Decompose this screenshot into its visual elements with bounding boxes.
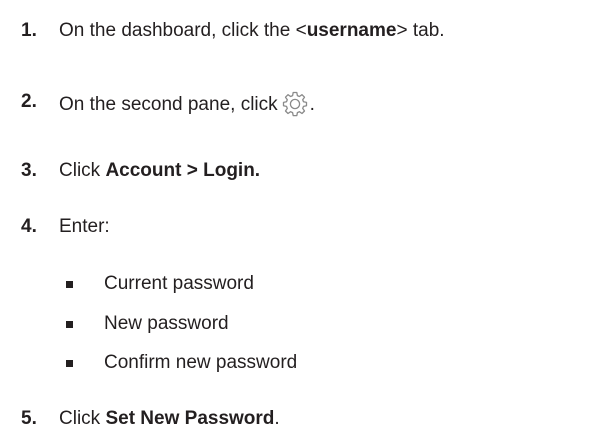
bullet-text: Confirm new password — [104, 352, 298, 373]
step-number: 2. — [21, 91, 37, 112]
step-text-pre: On the second pane, click — [59, 94, 278, 115]
step-text-post: . — [309, 94, 315, 115]
bullet-text: Current password — [104, 273, 254, 294]
step-text-pre: Click — [59, 160, 106, 181]
bullet-text: New password — [104, 313, 229, 334]
step-text-pre: Click — [59, 408, 106, 429]
username-placeholder: username — [306, 20, 397, 41]
step-text: Click Set New Password. — [59, 408, 280, 430]
button-name: Set New Password — [105, 408, 275, 429]
step-text: On the dashboard, click the <username> t… — [59, 20, 445, 42]
step-number: 1. — [21, 20, 37, 41]
step-text-post: . — [274, 408, 280, 429]
bullet-square-icon — [66, 360, 73, 367]
step-text: Enter: — [59, 216, 110, 237]
step-number: 3. — [21, 160, 37, 181]
gear-icon — [282, 91, 307, 117]
step-text-post: > tab. — [396, 20, 445, 41]
step-text-pre: On the dashboard, click the < — [59, 20, 307, 41]
step-number: 5. — [21, 408, 37, 429]
step-text: Click Account > Login. — [59, 160, 260, 182]
menu-path: Account > Login. — [105, 160, 261, 181]
bullet-square-icon — [66, 281, 73, 288]
step-text: On the second pane, click . — [59, 91, 315, 117]
step-number: 4. — [21, 216, 37, 237]
bullet-square-icon — [66, 321, 73, 328]
